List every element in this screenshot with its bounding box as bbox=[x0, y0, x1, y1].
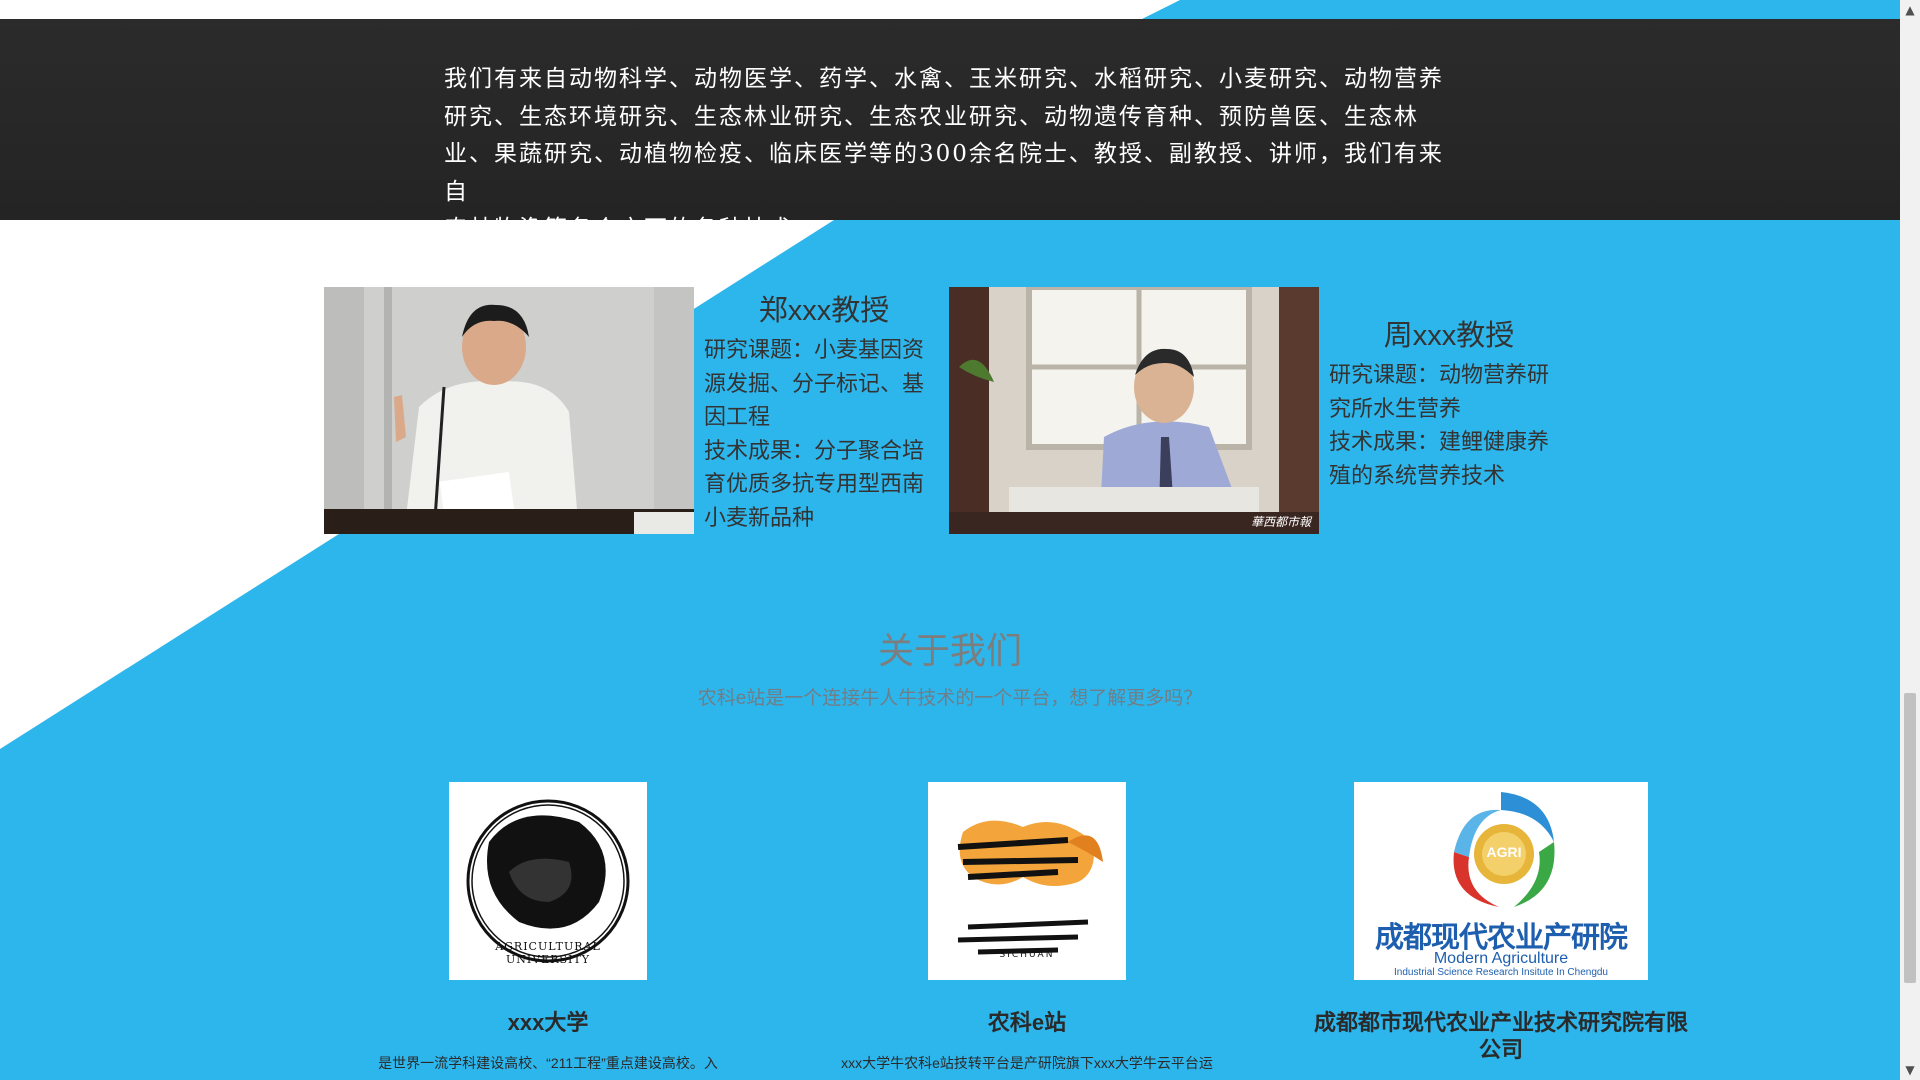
expert-description: 研究课题：动物营养研 究所水生营养 技术成果：建鲤健康养 殖的系统营养技术 bbox=[1329, 358, 1569, 492]
partner-description: xxx大学牛农科e站技转平台是产研院旗下xxx大学牛云平台运 bbox=[841, 1055, 1213, 1071]
expert-desc-line: 因工程 bbox=[704, 404, 771, 430]
scroll-thumb[interactable] bbox=[1904, 693, 1916, 983]
professor-desk-photo-illustration bbox=[949, 287, 1319, 534]
expert-photo-zhou[interactable]: 華西都市報 bbox=[949, 287, 1319, 534]
agri-emblem-text: AGRI bbox=[1486, 844, 1522, 860]
intro-line: 农林牧渔等各个方面的各种技术。 bbox=[444, 216, 819, 242]
partner-name: 农科e站 bbox=[987, 1010, 1067, 1035]
about-title: 关于我们 bbox=[877, 630, 1022, 671]
expert-desc-line: 技术成果：分子聚合培 bbox=[704, 437, 925, 463]
expert-desc-line: 究所水生营养 bbox=[1329, 395, 1462, 421]
partner-logo-nongke[interactable]: SICHUAN bbox=[928, 782, 1126, 980]
page-scrollbar[interactable]: ▲ ▼ bbox=[1900, 0, 1920, 1080]
expert-photo-zheng[interactable] bbox=[324, 287, 694, 534]
expert-desc-line: 源发掘、分子标记、基 bbox=[704, 370, 925, 396]
lecturer-photo-illustration bbox=[324, 287, 694, 534]
partner-logo-university[interactable]: AGRICULTURAL UNIVERSITY bbox=[449, 782, 647, 980]
institute-en-line2: Industrial Science Research Insitute In … bbox=[1393, 967, 1608, 978]
partner-logo-chengdu-institute[interactable]: AGRI 成都现代农业产研院 Modern Agriculture Indust… bbox=[1354, 782, 1648, 980]
expert-desc-line: 研究课题：小麦基因资 bbox=[704, 337, 925, 362]
top-strip-blue-corner bbox=[1140, 0, 1900, 20]
intro-line: 我们有来自动物科学、动物医学、药学、水禽、玉米研究、水稻研究、小麦研究、动物营养 bbox=[444, 66, 1444, 92]
photo-watermark: 華西都市報 bbox=[1250, 515, 1311, 529]
intro-text: 我们有来自动物科学、动物医学、药学、水禽、玉米研究、水稻研究、小麦研究、动物营养… bbox=[444, 61, 1454, 249]
institute-en-line1: Modern Agriculture bbox=[1433, 950, 1569, 967]
expert-name: 周xxx教授 bbox=[1383, 320, 1515, 352]
about-subtitle: 农科e站是一个连接牛人牛技术的一个平台，想了解更多吗？ bbox=[697, 688, 1203, 709]
expert-name: 郑xxx教授 bbox=[758, 295, 890, 327]
partner-description: 是世界一流学科建设高校、“211工程”重点建设高校。入 bbox=[378, 1055, 718, 1071]
seal-text: AGRICULTURAL UNIVERSITY bbox=[495, 940, 601, 966]
intro-banner: 我们有来自动物科学、动物医学、药学、水禽、玉米研究、水稻研究、小麦研究、动物营养… bbox=[0, 19, 1900, 242]
scroll-down-arrow-icon[interactable]: ▼ bbox=[1900, 1060, 1920, 1080]
expert-description: 研究课题：小麦基因资 源发掘、分子标记、基 因工程 技术成果：分子聚合培 育优质… bbox=[704, 333, 944, 535]
intro-line: 业、果蔬研究、动植物检疫、临床医学等的300余名院士、教授、副教授、讲师，我们有… bbox=[444, 141, 1444, 205]
expert-desc-line: 技术成果：建鲤健康养 bbox=[1329, 429, 1550, 455]
scroll-up-arrow-icon[interactable]: ▲ bbox=[1900, 0, 1920, 20]
nongke-logo-text: SICHUAN bbox=[999, 950, 1055, 960]
partner-name: xxx大学 bbox=[507, 1010, 589, 1035]
expert-desc-line: 小麦新品种 bbox=[704, 504, 815, 530]
expert-desc-line: 研究课题：动物营养研 bbox=[1329, 362, 1550, 387]
intro-line: 研究、生态环境研究、生态林业研究、生态农业研究、动物遗传育种、预防兽医、生态林 bbox=[444, 103, 1419, 130]
partner-name: 成都都市现代农业产业技术研究院有限公司 bbox=[1313, 1010, 1688, 1062]
expert-desc-line: 殖的系统营养技术 bbox=[1329, 462, 1506, 488]
expert-desc-line: 育优质多抗专用型西南 bbox=[704, 471, 925, 497]
